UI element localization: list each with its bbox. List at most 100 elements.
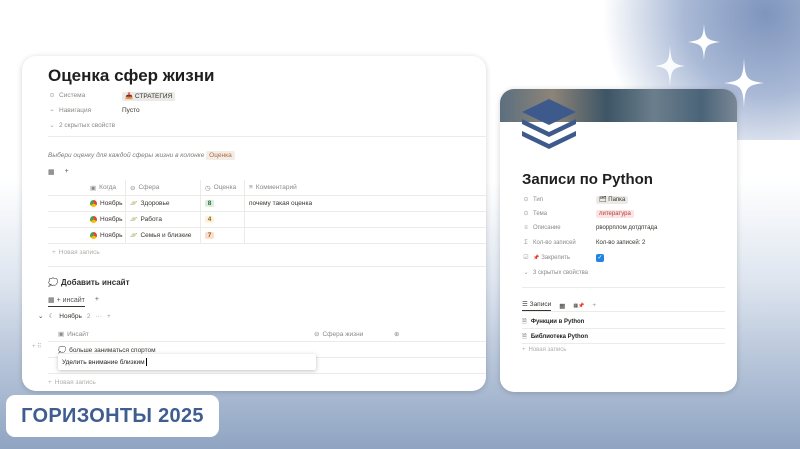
pin-icon: 📌: [533, 254, 540, 261]
table-view-icon[interactable]: ▦: [48, 168, 55, 176]
life-areas-table: ▣ Когда ⊖ Сфера ◷ Оценка ≡ Комментарий Ноябр…: [48, 180, 486, 260]
insight-view-tab[interactable]: ▦ + инсайт: [48, 296, 85, 307]
sphere-cell[interactable]: 🪐 Семья и близкие: [126, 228, 201, 243]
new-row-button[interactable]: + Новая запись: [48, 374, 486, 390]
speech-bubble-icon: 💭: [48, 278, 58, 287]
property-description[interactable]: ≡ Описание рвоpрплом дотдптада: [522, 225, 657, 231]
column-header-when[interactable]: ▣ Когда: [86, 180, 126, 195]
group-header[interactable]: ⌄ ☾ Ноябрь 2 ··· +: [38, 312, 111, 321]
table-row[interactable]: Ноябрь 🪐 Работа 4: [48, 212, 486, 228]
chevron-down-icon: ⌄: [523, 270, 529, 276]
pin-checkbox[interactable]: ✓: [596, 253, 604, 262]
table-header-row: ▣ Когда ⊖ Сфера ◷ Оценка ≡ Комментарий: [48, 180, 486, 196]
property-label: Навигация: [59, 107, 92, 114]
property-type[interactable]: ⊙ Тип 🗂 Папка: [522, 196, 629, 204]
link-icon: ⌁: [50, 108, 54, 114]
table-header-row: ▣ Инсайт ⊖ Сфера жизни ⊕: [48, 326, 486, 342]
month-icon: [90, 216, 97, 223]
status-icon: ⊙: [523, 197, 529, 203]
list-item[interactable]: 🗎 Функции в Python: [522, 317, 725, 327]
group-label: Ноябрь: [59, 312, 82, 320]
column-header-life-sphere[interactable]: ⊖ Сфера жизни: [314, 330, 394, 338]
life-areas-page-card: Оценка сфер жизни ⊙ Система 📥 СТРАТЕГИЯ …: [22, 56, 486, 391]
divider: [522, 287, 725, 288]
comment-cell[interactable]: [245, 228, 486, 243]
property-pin[interactable]: ☑ 📌 Закрепить ✓: [522, 253, 604, 262]
more-options-icon[interactable]: ···: [95, 313, 102, 320]
board-view-icon[interactable]: ▦: [559, 302, 565, 310]
page-title: Записи по Python: [522, 171, 653, 188]
when-cell[interactable]: Ноябрь: [86, 196, 126, 211]
month-icon: [90, 200, 97, 207]
sparkle-icon: [688, 24, 720, 60]
divider: [522, 311, 725, 312]
insight-view-tabs: ▦ + инсайт +: [48, 296, 99, 307]
column-header-sphere[interactable]: ⊖ Сфера: [126, 180, 201, 195]
hidden-properties-toggle[interactable]: ⌄ 3 скрытых свойства: [522, 269, 588, 277]
property-value[interactable]: Пусто: [122, 107, 140, 114]
property-value: Кол-во записей: 2: [596, 240, 646, 246]
add-view-icon[interactable]: +: [65, 168, 69, 176]
property-record-count[interactable]: Σ Кол-во записей Кол-во записей: 2: [522, 240, 645, 246]
property-topic[interactable]: ⊙ Тема литература: [522, 209, 634, 218]
group-count: 2: [86, 312, 91, 320]
new-row-button[interactable]: + Новая запись: [48, 244, 486, 260]
when-cell[interactable]: Ноябрь: [86, 212, 126, 227]
list-item[interactable]: 🗎 Библиотека Python: [522, 332, 725, 342]
comment-cell[interactable]: почему такая оценка: [245, 196, 486, 211]
tab-records[interactable]: ☰ Записи: [522, 300, 552, 311]
comment-cell[interactable]: [245, 212, 486, 227]
hidden-properties-toggle[interactable]: ⌄ 2 скрытых свойств: [48, 122, 115, 129]
view-tabs: ▦ +: [48, 168, 69, 176]
hidden-properties-label: 2 скрытых свойств: [59, 122, 116, 129]
score-cell[interactable]: 7: [201, 228, 245, 243]
property-value-tag[interactable]: 📥 СТРАТЕГИЯ: [122, 91, 176, 101]
table-row[interactable]: Ноябрь 🪐 Семья и близкие 7: [48, 228, 486, 244]
planet-icon: 🪐: [130, 233, 138, 239]
insight-section-title: 💭 Добавить инсайт: [48, 278, 130, 287]
score-cell[interactable]: 4: [201, 212, 245, 227]
column-header-score[interactable]: ◷ Оценка: [201, 180, 245, 195]
add-view-icon[interactable]: +: [95, 296, 99, 307]
column-header-insight[interactable]: ▣ Инсайт: [48, 330, 314, 338]
moon-icon: ☾: [48, 313, 55, 320]
planet-icon: 🪐: [130, 201, 138, 207]
column-header-comment[interactable]: ≡ Комментарий: [245, 180, 486, 195]
property-navigation[interactable]: ⌁ Навигация Пусто: [48, 107, 139, 114]
chevron-down-icon[interactable]: ⌄: [38, 312, 43, 320]
status-icon: ⊙: [49, 93, 55, 99]
property-value-tag[interactable]: 🗂 Папка: [596, 196, 629, 204]
add-column-icon[interactable]: ⊕: [394, 330, 486, 338]
divider: [48, 266, 486, 267]
property-label: Система: [59, 92, 86, 99]
table-view-icon: ▦: [48, 297, 57, 304]
drag-handle-icon[interactable]: + ⠿: [32, 343, 42, 350]
sparkle-icon: [655, 45, 685, 87]
sphere-cell[interactable]: 🪐 Работа: [126, 212, 201, 227]
brand-badge: ГОРИЗОНТЫ 2025: [6, 395, 219, 437]
text-icon: ≡: [524, 225, 528, 231]
add-view-icon[interactable]: +: [592, 302, 596, 309]
table-row[interactable]: Ноябрь 🪐 Здоровье 8 почему такая оценка: [48, 196, 486, 212]
when-cell[interactable]: Ноябрь: [86, 228, 126, 243]
pinned-view-tab[interactable]: ▦📌: [573, 303, 584, 309]
insight-edit-input[interactable]: Уделить внимание близким: [58, 354, 316, 370]
page-icon: 🗎: [522, 319, 527, 325]
planet-icon: 🪐: [130, 217, 138, 223]
divider: [48, 136, 486, 137]
property-value[interactable]: рвоpрплом дотдптада: [596, 225, 657, 231]
sphere-cell[interactable]: 🪐 Здоровье: [126, 196, 201, 211]
property-value-tag[interactable]: литература: [596, 209, 634, 218]
new-row-button[interactable]: + Новая запись: [522, 347, 725, 353]
month-icon: [90, 232, 97, 239]
checkbox-icon: ☑: [523, 255, 529, 261]
score-cell[interactable]: 8: [201, 196, 245, 211]
column-reference-tag: Оценка: [206, 151, 235, 160]
insight-cell[interactable]: 💭 больше заниматься спортом: [48, 346, 314, 354]
page-title: Оценка сфер жизни: [48, 66, 215, 85]
python-notes-page-card: Записи по Python ⊙ Тип 🗂 Папка ⊙ Тема ли…: [500, 89, 737, 392]
add-icon[interactable]: +: [107, 313, 111, 320]
database-view-tabs: ☰ Записи ▦ ▦📌 +: [522, 300, 596, 311]
property-system[interactable]: ⊙ Система 📥 СТРАТЕГИЯ: [48, 91, 176, 101]
divider: [522, 328, 725, 329]
